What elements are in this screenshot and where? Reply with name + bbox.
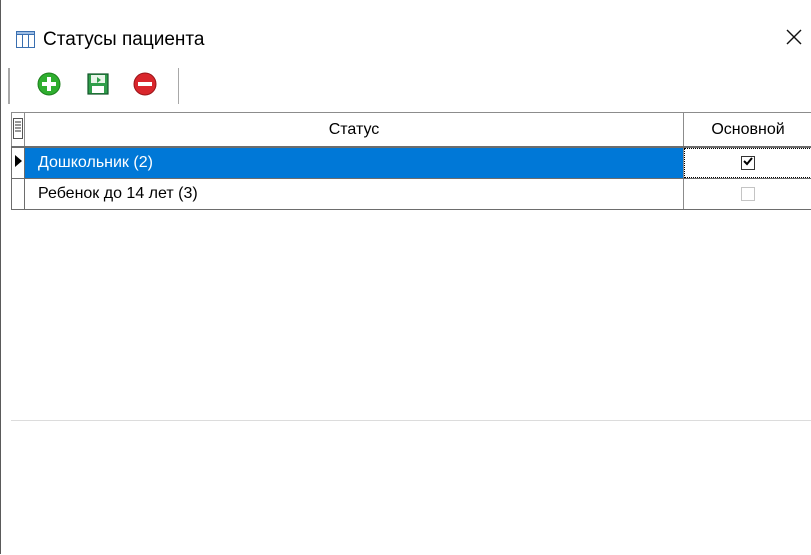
toolbar	[2, 64, 811, 110]
column-chooser-button[interactable]	[11, 113, 25, 146]
row-indicator	[11, 179, 25, 209]
main-checkbox[interactable]	[741, 156, 755, 170]
patient-statuses-window: Статусы пациента Статус Основной Дошколь…	[0, 0, 811, 555]
toolbar-separator	[178, 68, 179, 104]
save-icon	[86, 72, 110, 101]
statuses-grid[interactable]: Статус Основной Дошкольник (2) Ребенок д…	[11, 112, 811, 555]
add-button[interactable]	[34, 71, 64, 101]
table-row[interactable]: Ребенок до 14 лет (3)	[11, 179, 811, 210]
delete-button[interactable]	[130, 71, 160, 101]
main-cell[interactable]	[684, 148, 811, 178]
status-cell[interactable]: Ребенок до 14 лет (3)	[25, 179, 684, 209]
toolbar-grip	[8, 68, 10, 104]
current-row-arrow-icon	[14, 154, 22, 172]
add-icon	[37, 72, 61, 101]
table-icon	[16, 31, 35, 48]
save-button[interactable]	[83, 71, 113, 101]
main-cell[interactable]	[684, 179, 811, 209]
close-button[interactable]	[778, 24, 810, 54]
status-cell[interactable]: Дошкольник (2)	[25, 148, 684, 178]
window-title: Статусы пациента	[43, 29, 205, 50]
checkmark-icon	[742, 154, 754, 172]
close-icon	[785, 28, 803, 51]
delete-icon	[133, 72, 157, 101]
grid-splitter	[11, 420, 811, 421]
title-bar: Статусы пациента	[2, 14, 811, 64]
main-checkbox[interactable]	[741, 187, 755, 201]
grid-header: Статус Основной	[11, 113, 811, 148]
table-row[interactable]: Дошкольник (2)	[11, 148, 811, 179]
row-indicator	[11, 148, 25, 178]
column-header-main[interactable]: Основной	[684, 113, 811, 146]
column-header-status[interactable]: Статус	[25, 113, 684, 146]
